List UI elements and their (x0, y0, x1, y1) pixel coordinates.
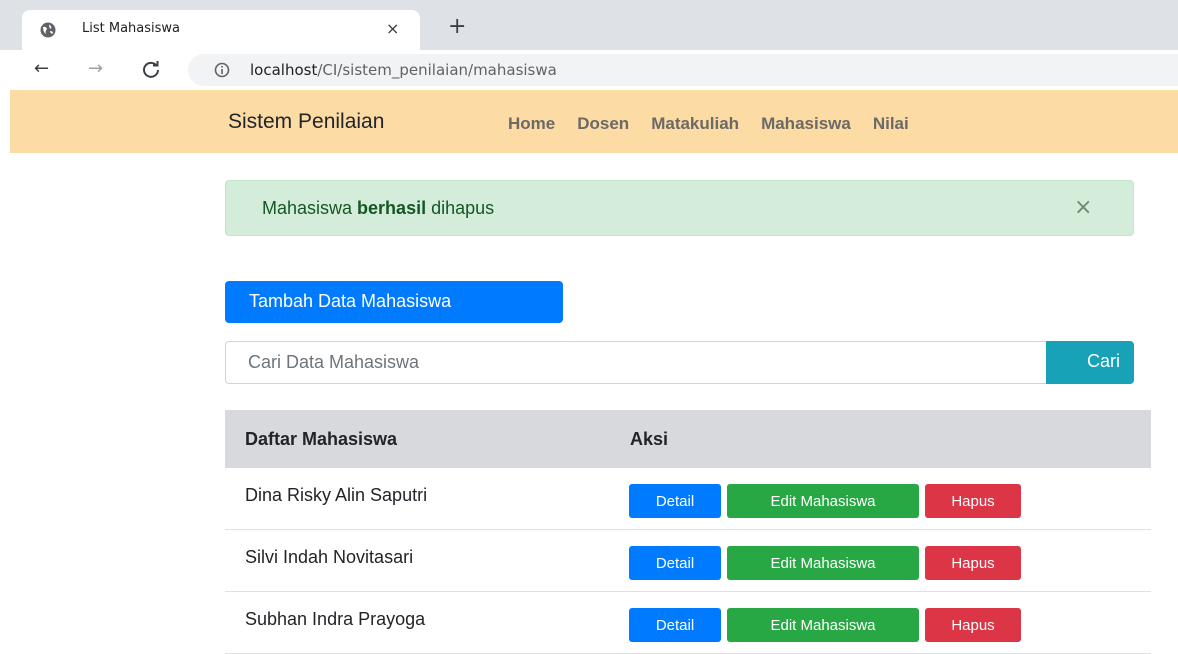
globe-icon (40, 22, 56, 38)
table-row: Silvi Indah Novitasari Detail Edit Mahas… (225, 530, 1151, 592)
nav-link-home[interactable]: Home (508, 114, 555, 134)
row-actions: Detail Edit Mahasiswa Hapus (629, 608, 1027, 642)
mahasiswa-name: Subhan Indra Prayoga (245, 609, 426, 629)
alert-message: Mahasiswa berhasil dihapus (262, 198, 494, 219)
alert-bold: berhasil (357, 198, 427, 218)
alert-prefix: Mahasiswa (262, 198, 358, 218)
nav-links: Home Dosen Matakuliah Mahasiswa Nilai (508, 114, 931, 134)
alert-suffix: dihapus (426, 198, 495, 218)
navbar: Sistem Penilaian Home Dosen Matakuliah M… (10, 90, 1178, 153)
nav-link-matakuliah[interactable]: Matakuliah (651, 114, 739, 134)
browser-tab-bar: List Mahasiswa × + (0, 0, 1178, 50)
header-aksi: Aksi (630, 429, 669, 449)
delete-button[interactable]: Hapus (925, 608, 1021, 642)
success-alert: Mahasiswa berhasil dihapus × (225, 180, 1134, 236)
info-icon[interactable] (214, 62, 230, 78)
nav-link-dosen[interactable]: Dosen (577, 114, 629, 134)
url-path: /CI/sistem_penilaian/mahasiswa (317, 61, 557, 79)
tab-title: List Mahasiswa (82, 21, 181, 36)
detail-button[interactable]: Detail (629, 608, 721, 642)
table-header: Daftar Mahasiswa Aksi (225, 410, 1151, 468)
edit-button[interactable]: Edit Mahasiswa (727, 546, 919, 580)
close-icon[interactable]: × (1074, 195, 1092, 221)
mahasiswa-table: Daftar Mahasiswa Aksi Dina Risky Alin Sa… (225, 410, 1151, 654)
delete-button[interactable]: Hapus (925, 484, 1021, 518)
nav-link-mahasiswa[interactable]: Mahasiswa (761, 114, 851, 134)
address-bar[interactable]: localhost/CI/sistem_penilaian/mahasiswa (188, 54, 1178, 86)
url-text: localhost/CI/sistem_penilaian/mahasiswa (250, 61, 557, 79)
browser-tab[interactable]: List Mahasiswa × (22, 10, 420, 50)
edit-button[interactable]: Edit Mahasiswa (727, 608, 919, 642)
row-actions: Detail Edit Mahasiswa Hapus (629, 546, 1027, 580)
new-tab-button[interactable]: + (448, 16, 466, 38)
add-mahasiswa-button[interactable]: Tambah Data Mahasiswa (225, 281, 563, 323)
url-host: localhost (250, 61, 318, 79)
reload-icon[interactable] (142, 61, 160, 79)
forward-arrow-icon[interactable]: → (88, 58, 103, 80)
row-actions: Detail Edit Mahasiswa Hapus (629, 484, 1027, 518)
mahasiswa-name: Dina Risky Alin Saputri (245, 485, 428, 505)
table-row: Subhan Indra Prayoga Detail Edit Mahasis… (225, 592, 1151, 654)
nav-link-nilai[interactable]: Nilai (873, 114, 909, 134)
back-arrow-icon[interactable]: ← (34, 58, 49, 80)
close-icon[interactable]: × (386, 19, 399, 39)
search-button[interactable]: Cari (1046, 341, 1134, 384)
edit-button[interactable]: Edit Mahasiswa (727, 484, 919, 518)
mahasiswa-name: Silvi Indah Novitasari (245, 547, 414, 567)
navbar-brand[interactable]: Sistem Penilaian (228, 110, 384, 134)
delete-button[interactable]: Hapus (925, 546, 1021, 580)
browser-toolbar: ← → localhost/CI/sistem_penilaian/mahasi… (0, 50, 1178, 90)
header-daftar-mahasiswa: Daftar Mahasiswa (245, 429, 398, 449)
search-input[interactable] (225, 341, 1047, 384)
detail-button[interactable]: Detail (629, 484, 721, 518)
detail-button[interactable]: Detail (629, 546, 721, 580)
table-row: Dina Risky Alin Saputri Detail Edit Maha… (225, 468, 1151, 530)
